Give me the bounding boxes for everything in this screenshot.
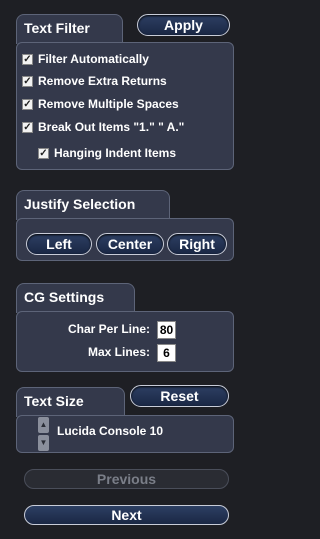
remove-extra-returns-option[interactable]: ✓ Remove Extra Returns (22, 74, 167, 88)
break-out-items-option[interactable]: ✓ Break Out Items "1." " A." (22, 120, 184, 134)
checkbox[interactable]: ✓ (38, 147, 49, 159)
check-icon: ✓ (23, 53, 32, 65)
checkbox[interactable]: ✓ (22, 98, 33, 110)
reset-button[interactable]: Reset (130, 385, 229, 407)
cg-settings-tab: CG Settings (16, 283, 135, 313)
apply-button[interactable]: Apply (137, 14, 230, 36)
previous-button[interactable]: Previous (24, 469, 229, 489)
text-filter-tab: Text Filter (16, 14, 123, 44)
option-label: Filter Automatically (38, 52, 149, 66)
filter-automatically-option[interactable]: ✓ Filter Automatically (22, 52, 149, 66)
check-icon: ✓ (39, 147, 48, 159)
char-per-line-label: Char Per Line: (67, 322, 150, 336)
arrow-down-icon[interactable]: ▼ (38, 435, 49, 451)
cg-settings-title: CG Settings (24, 289, 105, 305)
next-button[interactable]: Next (24, 505, 229, 525)
arrow-up-icon[interactable]: ▲ (38, 417, 49, 433)
option-label: Remove Extra Returns (38, 74, 167, 88)
checkbox[interactable]: ✓ (22, 121, 33, 133)
justify-left-button[interactable]: Left (26, 233, 92, 255)
check-icon: ✓ (23, 98, 32, 110)
checkbox[interactable]: ✓ (22, 75, 33, 87)
text-filter-title: Text Filter (24, 20, 90, 36)
font-stepper[interactable]: ▲ ▼ (38, 417, 49, 451)
font-size-value: Lucida Console 10 (57, 424, 164, 438)
text-size-tab: Text Size (16, 387, 125, 417)
max-lines-field[interactable]: 6 (157, 344, 176, 362)
max-lines-label: Max Lines: (87, 345, 150, 359)
remove-multiple-spaces-option[interactable]: ✓ Remove Multiple Spaces (22, 97, 179, 111)
text-size-title: Text Size (24, 393, 84, 409)
justify-center-button[interactable]: Center (96, 233, 164, 255)
justify-title: Justify Selection (24, 196, 136, 212)
cg-settings-panel (16, 311, 234, 372)
check-icon: ✓ (23, 121, 32, 133)
justify-tab: Justify Selection (16, 190, 170, 220)
checkbox[interactable]: ✓ (22, 53, 33, 65)
check-icon: ✓ (23, 75, 32, 87)
option-label: Hanging Indent Items (54, 146, 177, 160)
option-label: Remove Multiple Spaces (38, 97, 179, 111)
hanging-indent-option[interactable]: ✓ Hanging Indent Items (38, 146, 176, 160)
option-label: Break Out Items "1." " A." (38, 120, 185, 134)
justify-right-button[interactable]: Right (167, 233, 227, 255)
char-per-line-field[interactable]: 80 (157, 321, 176, 339)
